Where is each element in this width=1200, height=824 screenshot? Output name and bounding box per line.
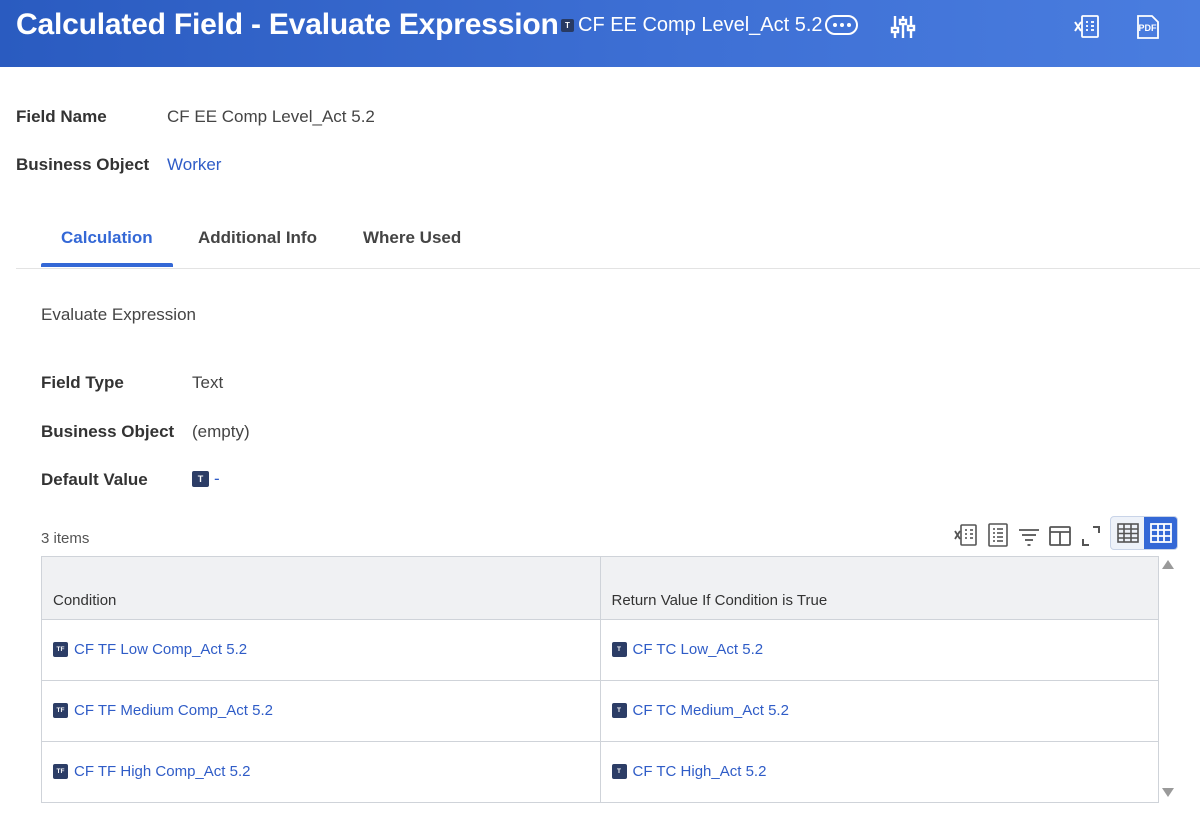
tab-additional-info[interactable]: Additional Info xyxy=(198,228,317,248)
header-field-name-label: CF EE Comp Level_Act 5.2 xyxy=(578,14,823,36)
condition-cell: TF CF TF Medium Comp_Act 5.2 xyxy=(42,680,601,742)
default-value-label: Default Value xyxy=(41,470,148,489)
section-title: Evaluate Expression xyxy=(41,305,196,324)
filter-icon[interactable] xyxy=(1017,522,1041,553)
column-header-return-value[interactable]: Return Value If Condition is True xyxy=(600,557,1158,620)
text-type-icon: T xyxy=(611,764,627,780)
true-false-type-icon: TF xyxy=(53,764,68,780)
table-row: TF CF TF Low Comp_Act 5.2 T CF TC Low_Ac… xyxy=(42,619,1158,681)
fullscreen-icon[interactable] xyxy=(1080,522,1102,553)
condition-link[interactable]: CF TF High Comp_Act 5.2 xyxy=(74,763,250,780)
return-value-link[interactable]: CF TC Low_Act 5.2 xyxy=(633,641,764,658)
configure-icon[interactable] xyxy=(890,13,916,46)
field-type-label: Field Type xyxy=(41,373,124,392)
text-type-icon: T xyxy=(611,642,627,657)
business-object-link[interactable]: Worker xyxy=(167,155,221,175)
return-value-link[interactable]: CF TC Medium_Act 5.2 xyxy=(633,702,789,719)
columns-icon[interactable] xyxy=(1048,522,1072,553)
column-header-condition[interactable]: Condition xyxy=(42,557,601,620)
return-value-link[interactable]: CF TC High_Act 5.2 xyxy=(633,763,767,780)
field-name-value: CF EE Comp Level_Act 5.2 xyxy=(167,107,375,126)
calc-business-object-label: Business Object xyxy=(41,422,175,441)
condition-cell: TF CF TF High Comp_Act 5.2 xyxy=(42,741,601,802)
text-type-icon: T xyxy=(611,703,627,718)
scroll-down-arrow-icon[interactable] xyxy=(1162,788,1174,797)
text-type-icon: T xyxy=(192,471,209,487)
items-count: 3 items xyxy=(41,530,90,547)
export-list-icon[interactable] xyxy=(986,522,1010,553)
export-excel-icon[interactable] xyxy=(1073,13,1101,46)
default-value-link[interactable]: - xyxy=(214,469,220,489)
scroll-up-arrow-icon[interactable] xyxy=(1162,560,1174,569)
page-title: Calculated Field - Evaluate Expression xyxy=(16,8,559,41)
condition-link[interactable]: CF TF Low Comp_Act 5.2 xyxy=(74,641,247,658)
pdf-icon-label: PDF xyxy=(1139,23,1158,33)
tab-where-used[interactable]: Where Used xyxy=(363,228,461,248)
tab-calculation[interactable]: Calculation xyxy=(61,228,153,248)
field-type-value: Text xyxy=(192,373,224,392)
text-type-icon: T xyxy=(561,19,574,32)
condition-cell: TF CF TF Low Comp_Act 5.2 xyxy=(42,619,601,681)
true-false-type-icon: TF xyxy=(53,642,68,657)
export-pdf-icon[interactable]: PDF xyxy=(1134,13,1162,46)
tab-divider xyxy=(16,268,1200,269)
condition-link[interactable]: CF TF Medium Comp_Act 5.2 xyxy=(74,702,273,719)
business-object-label: Business Object xyxy=(16,155,150,174)
view-toggle xyxy=(1110,516,1178,550)
return-value-cell: T CF TC Low_Act 5.2 xyxy=(600,619,1158,681)
related-actions-icon[interactable] xyxy=(825,15,858,35)
table-view-icon[interactable] xyxy=(1111,517,1145,549)
header-field-name: T CF EE Comp Level_Act 5.2 xyxy=(561,14,823,37)
grid-view-icon[interactable] xyxy=(1144,517,1177,549)
conditions-grid: Condition Return Value If Condition is T… xyxy=(41,556,1159,803)
return-value-cell: T CF TC Medium_Act 5.2 xyxy=(600,680,1158,742)
calc-business-object-value: (empty) xyxy=(192,422,250,441)
export-excel-icon[interactable] xyxy=(953,522,979,553)
field-name-label: Field Name xyxy=(16,107,107,126)
table-row: TF CF TF High Comp_Act 5.2 T CF TC High_… xyxy=(42,741,1158,802)
active-tab-indicator xyxy=(41,263,173,267)
return-value-cell: T CF TC High_Act 5.2 xyxy=(600,741,1158,802)
table-row: TF CF TF Medium Comp_Act 5.2 T CF TC Med… xyxy=(42,680,1158,742)
true-false-type-icon: TF xyxy=(53,703,68,718)
page-header: Calculated Field - Evaluate Expression T… xyxy=(0,0,1200,67)
